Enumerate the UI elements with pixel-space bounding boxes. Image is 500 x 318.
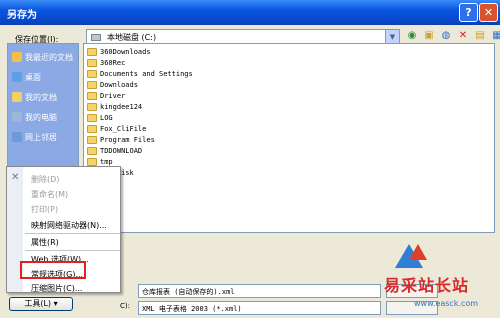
folder-icon — [87, 157, 97, 166]
menu-item-delete[interactable]: 删除(D) — [31, 174, 59, 185]
folder-icon — [87, 146, 97, 155]
place-label: 我的文档 — [25, 92, 57, 102]
chevron-down-icon[interactable]: ▼ — [385, 30, 399, 44]
watermark-brand: 易采站长站 — [384, 276, 470, 295]
list-item[interactable]: LOG — [87, 112, 113, 123]
list-item[interactable]: Fox_CliFile — [87, 123, 146, 134]
watermark-logo-accent — [409, 244, 427, 260]
folder-icon — [87, 113, 97, 122]
place-label: 网上邻居 — [25, 132, 57, 142]
place-label: 桌面 — [25, 72, 41, 82]
up-folder-icon[interactable]: ▣ — [422, 29, 436, 43]
menu-item-rename[interactable]: 重命名(M) — [31, 189, 68, 200]
menu-item-map-network-drive[interactable]: 映射网络驱动器(N)... — [31, 220, 107, 231]
place-label: 我最近的文档 — [25, 52, 73, 62]
folder-icon — [87, 102, 97, 111]
list-item[interactable]: Documents and Settings — [87, 68, 193, 79]
list-item[interactable]: Program Files — [87, 134, 155, 145]
my-documents-icon — [12, 92, 22, 102]
desktop-icon — [12, 72, 22, 82]
list-item[interactable]: TDDOWNLOAD — [87, 145, 142, 156]
views-icon[interactable]: ▦ — [490, 29, 500, 43]
back-icon[interactable]: ◉ — [405, 29, 419, 43]
menu-item-compress-pictures[interactable]: 压缩图片(C)... — [31, 283, 82, 294]
file-type-label: C): — [120, 302, 130, 310]
place-my-computer[interactable]: 我的电脑 — [10, 108, 78, 126]
file-type-value: XML 电子表格 2003 (*.xml) — [142, 305, 242, 313]
menu-divider — [25, 250, 120, 251]
place-desktop[interactable]: 桌面 — [10, 68, 78, 86]
list-item[interactable]: 360Downloads — [87, 46, 151, 57]
list-item[interactable]: Driver — [87, 90, 125, 101]
folder-icon — [87, 91, 97, 100]
list-item[interactable]: 360Rec — [87, 57, 125, 68]
my-computer-icon — [12, 112, 22, 122]
menu-divider — [25, 233, 120, 234]
title-bar: 另存为 ? ✕ — [0, 0, 500, 25]
folder-icon — [87, 47, 97, 56]
file-name-input[interactable]: 仓库报表 (自动保存的).xml — [138, 284, 381, 298]
folder-icon — [87, 80, 97, 89]
menu-item-print[interactable]: 打印(P) — [31, 204, 58, 215]
folder-icon — [87, 135, 97, 144]
file-list[interactable]: 360Downloads 360Rec Documents and Settin… — [83, 43, 495, 233]
place-my-documents[interactable]: 我的文档 — [10, 88, 78, 106]
place-network[interactable]: 网上邻居 — [10, 128, 78, 146]
close-button[interactable]: ✕ — [479, 3, 498, 22]
place-recent[interactable]: 我最近的文档 — [10, 48, 78, 66]
place-label: 我的电脑 — [25, 112, 57, 122]
list-item[interactable]: Downloads — [87, 79, 138, 90]
drive-icon — [91, 34, 101, 41]
help-button[interactable]: ? — [459, 3, 478, 22]
search-web-icon[interactable]: ◍ — [439, 29, 453, 43]
folder-icon — [87, 58, 97, 67]
menu-item-properties[interactable]: 属性(R) — [31, 237, 59, 248]
file-name-value: 仓库报表 (自动保存的).xml — [142, 288, 235, 296]
delete-icon[interactable]: ✕ — [456, 29, 470, 43]
file-type-dropdown[interactable]: XML 电子表格 2003 (*.xml) — [138, 301, 381, 315]
folder-icon — [87, 69, 97, 78]
new-folder-icon[interactable]: ▤ — [473, 29, 487, 43]
highlight-box — [20, 261, 86, 279]
save-in-value: 本地磁盘 (C:) — [107, 33, 157, 42]
watermark-url: www.easck.com — [414, 299, 479, 308]
folder-icon — [87, 124, 97, 133]
list-item[interactable]: kingdee124 — [87, 101, 142, 112]
tools-button[interactable]: 工具(L) ▾ — [9, 297, 73, 311]
network-places-icon — [12, 132, 22, 142]
window-title: 另存为 — [7, 10, 37, 21]
recent-documents-icon — [12, 52, 22, 62]
delete-icon: ✕ — [11, 172, 20, 183]
